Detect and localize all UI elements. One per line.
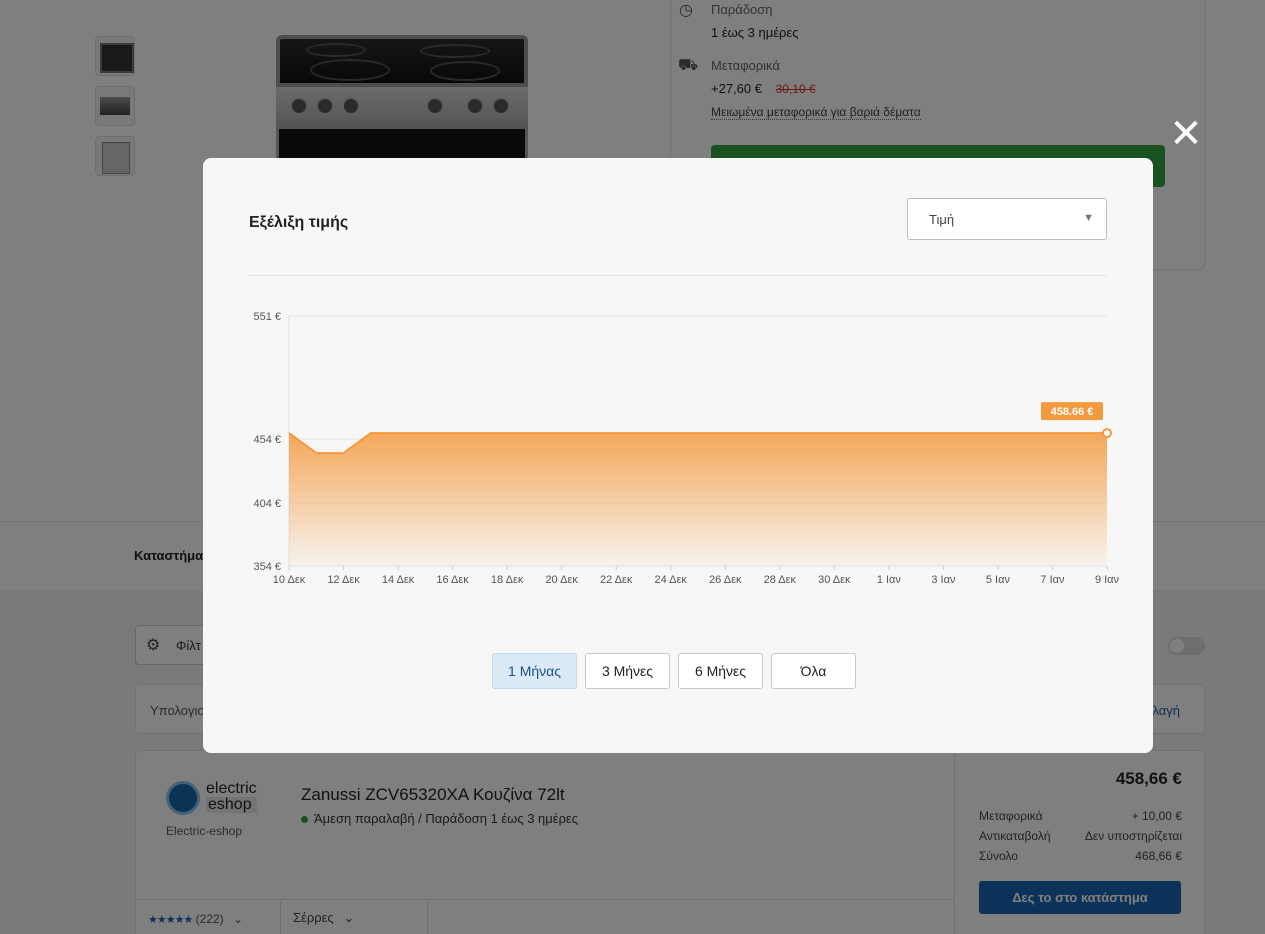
x-tick-label: 10 Δεκ: [273, 574, 306, 586]
x-tick-label: 5 Ιαν: [986, 574, 1011, 586]
series-area: [289, 433, 1107, 566]
range-button[interactable]: Όλα: [771, 653, 856, 689]
x-tick-label: 28 Δεκ: [764, 574, 797, 586]
y-tick-label: 551 €: [253, 311, 281, 323]
x-tick-label: 16 Δεκ: [436, 574, 469, 586]
y-tick-label: 454 €: [253, 434, 281, 446]
range-button[interactable]: 1 Μήνας: [492, 653, 577, 689]
range-button[interactable]: 6 Μήνες: [678, 653, 763, 689]
x-tick-label: 18 Δεκ: [491, 574, 524, 586]
x-tick-label: 14 Δεκ: [382, 574, 415, 586]
close-icon[interactable]: ✕: [1168, 114, 1204, 154]
x-tick-label: 30 Δεκ: [818, 574, 851, 586]
y-tick-label: 354 €: [253, 561, 281, 573]
x-tick-label: 12 Δεκ: [327, 574, 360, 586]
x-tick-label: 7 Ιαν: [1040, 574, 1065, 586]
x-tick-label: 20 Δεκ: [545, 574, 578, 586]
last-point-marker: [1102, 428, 1112, 439]
x-tick-label: 9 Ιαν: [1095, 574, 1120, 586]
y-tick-label: 404 €: [253, 498, 281, 510]
x-tick-label: 24 Δεκ: [655, 574, 688, 586]
range-button[interactable]: 3 Μήνες: [585, 653, 670, 689]
x-tick-label: 3 Ιαν: [931, 574, 956, 586]
x-tick-label: 26 Δεκ: [709, 574, 742, 586]
price-history-modal: Εξέλιξη τιμής Τιμή ▼ 354 €404 €454 €551 …: [203, 158, 1153, 753]
last-value-label: 458.66 €: [1051, 406, 1094, 418]
x-tick-label: 1 Ιαν: [877, 574, 902, 586]
x-tick-label: 22 Δεκ: [600, 574, 633, 586]
